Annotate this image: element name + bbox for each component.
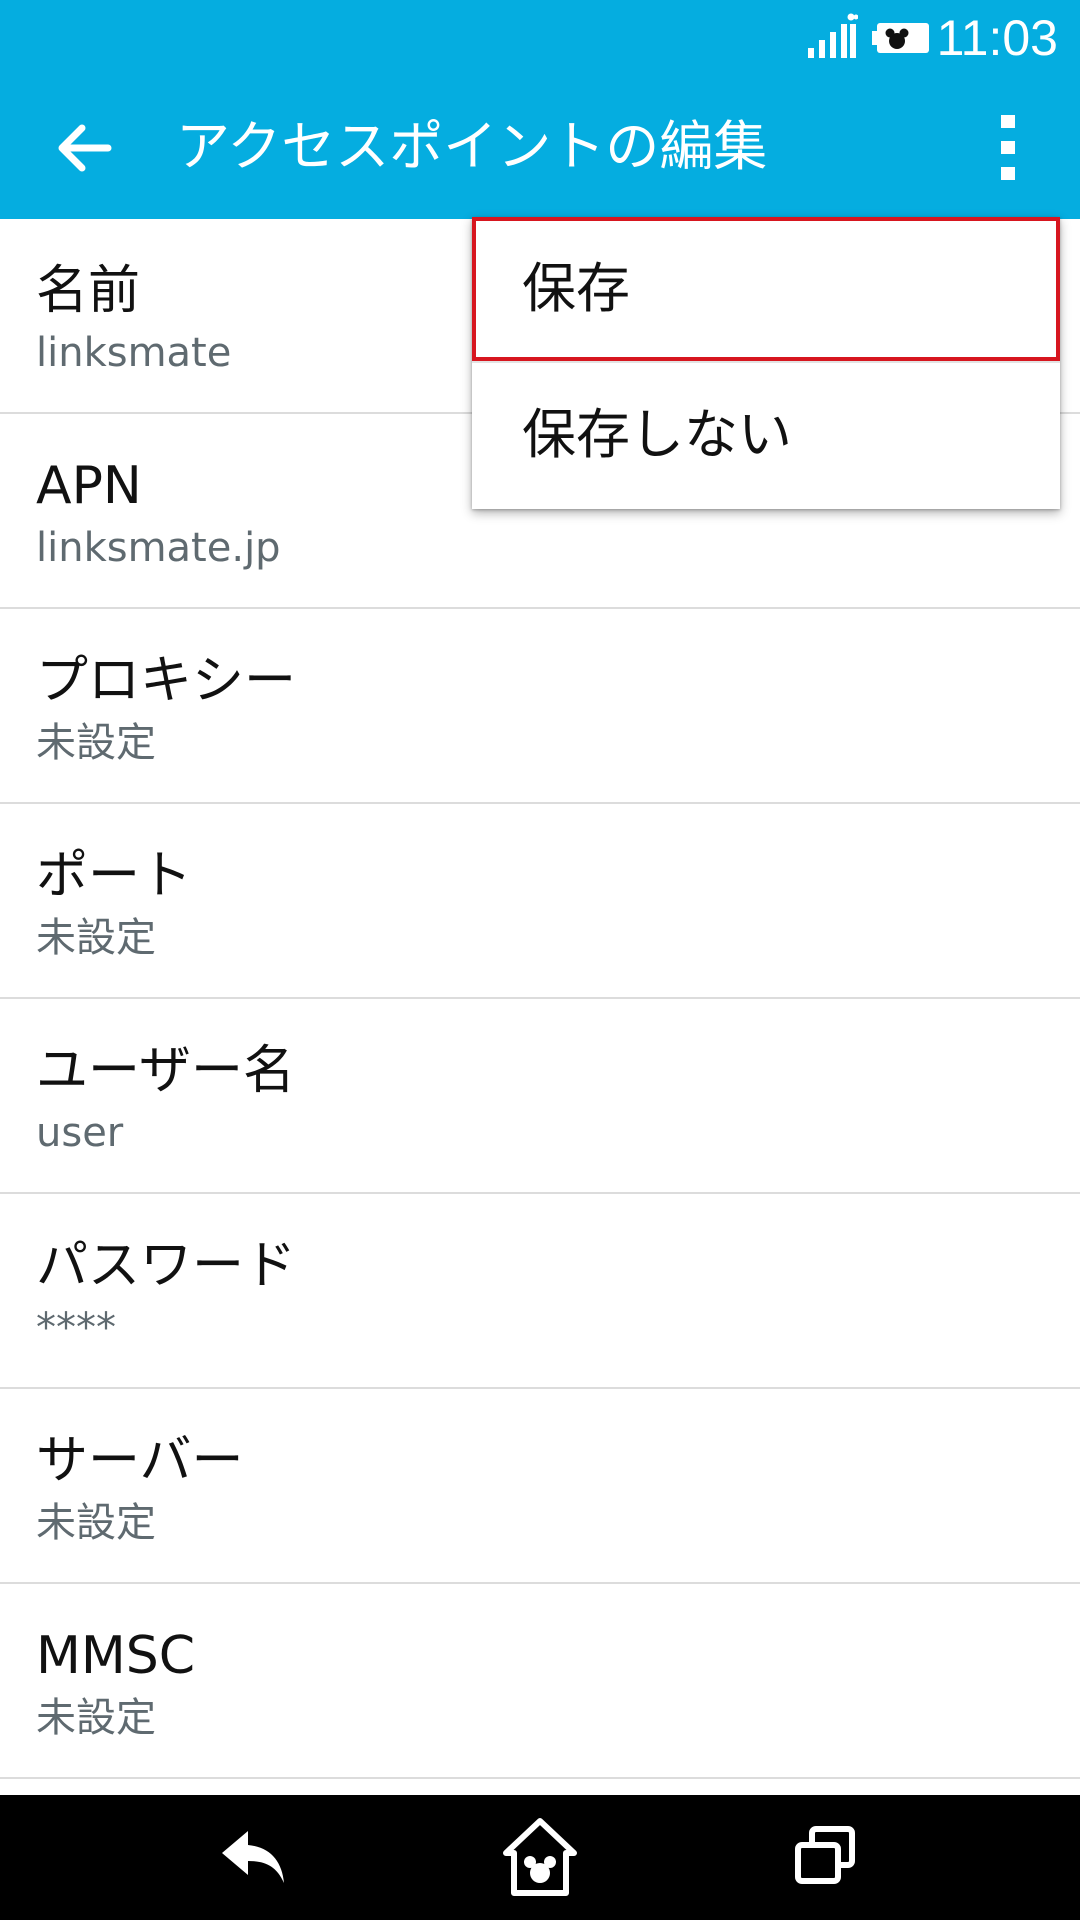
setting-title: APN bbox=[36, 456, 142, 516]
setting-value: 未設定 bbox=[36, 1695, 156, 1741]
setting-mmsc[interactable]: MMSC 未設定 bbox=[0, 1584, 1080, 1779]
page-title: アクセスポイントの編集 bbox=[176, 115, 768, 178]
toolbar: アクセスポイントの編集 bbox=[0, 75, 1080, 219]
battery-icon bbox=[872, 23, 929, 53]
setting-value: 未設定 bbox=[36, 720, 156, 766]
home-icon[interactable] bbox=[502, 1817, 578, 1897]
setting-proxy[interactable]: プロキシー 未設定 bbox=[0, 609, 1080, 804]
setting-value: 未設定 bbox=[36, 915, 156, 961]
setting-value: user bbox=[36, 1110, 124, 1156]
more-vert-icon[interactable] bbox=[986, 111, 1030, 183]
menu-item-discard[interactable]: 保存しない bbox=[472, 363, 1060, 507]
setting-username[interactable]: ユーザー名 user bbox=[0, 999, 1080, 1194]
setting-title: パスワード bbox=[36, 1236, 297, 1296]
setting-password[interactable]: パスワード **** bbox=[0, 1194, 1080, 1389]
recents-icon[interactable] bbox=[792, 1823, 858, 1889]
app-header: 11:03 アクセスポイントの編集 bbox=[0, 0, 1080, 219]
setting-title: ユーザー名 bbox=[36, 1041, 295, 1101]
setting-title: プロキシー bbox=[36, 651, 297, 711]
screen: 11:03 アクセスポイントの編集 名前 linksmate APN links… bbox=[0, 0, 1080, 1920]
setting-port[interactable]: ポート 未設定 bbox=[0, 804, 1080, 999]
setting-title: ポート bbox=[36, 846, 193, 906]
menu-item-label: 保存しない bbox=[522, 403, 792, 466]
setting-server[interactable]: サーバー 未設定 bbox=[0, 1389, 1080, 1584]
setting-value: **** bbox=[36, 1305, 116, 1351]
setting-value: 未設定 bbox=[36, 1500, 156, 1546]
overflow-popup-menu: 保存 保存しない bbox=[472, 217, 1060, 509]
back-icon[interactable] bbox=[218, 1825, 288, 1889]
setting-value: linksmate bbox=[36, 330, 232, 376]
status-bar: 11:03 bbox=[0, 0, 1080, 75]
status-time: 11:03 bbox=[936, 10, 1058, 66]
setting-title: MMSC bbox=[36, 1626, 196, 1686]
navigation-bar bbox=[0, 1795, 1080, 1920]
arrow-left-icon[interactable] bbox=[48, 113, 118, 183]
setting-value: linksmate.jp bbox=[36, 525, 281, 571]
setting-title: 名前 bbox=[36, 261, 141, 321]
menu-item-save[interactable]: 保存 bbox=[472, 217, 1060, 361]
setting-title: サーバー bbox=[36, 1431, 244, 1491]
signal-icon bbox=[808, 13, 858, 58]
menu-item-label: 保存 bbox=[522, 257, 630, 320]
